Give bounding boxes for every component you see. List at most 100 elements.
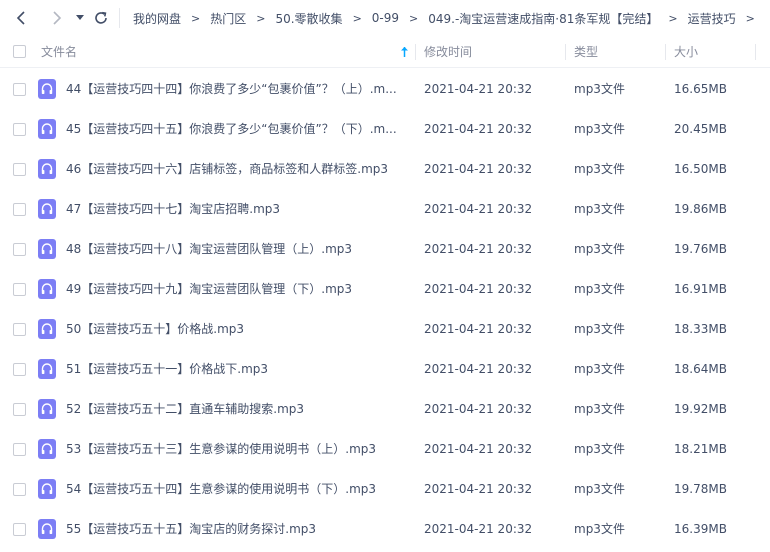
- row-checkbox[interactable]: [13, 443, 26, 456]
- file-type: mp3文件: [574, 362, 625, 376]
- file-row[interactable]: 54【运营技巧五十四】生意参谋的使用说明书（下）.mp3 2021-04-21 2…: [0, 469, 770, 509]
- file-modified-time: 2021-04-21 20:32: [424, 162, 533, 176]
- back-button[interactable]: [10, 7, 32, 29]
- row-checkbox[interactable]: [13, 483, 26, 496]
- file-type: mp3文件: [574, 202, 625, 216]
- file-name[interactable]: 52【运营技巧五十二】直通车辅助搜索.mp3: [66, 389, 408, 429]
- history-dropdown-button[interactable]: [72, 7, 88, 29]
- file-row[interactable]: 55【运营技巧五十五】淘宝店的财务探讨.mp3 2021-04-21 20:32 m…: [0, 509, 770, 549]
- file-size: 19.92MB: [674, 402, 727, 416]
- file-name[interactable]: 44【运营技巧四十四】你浪费了多少“包裹价值”？（上）.m...: [66, 69, 408, 109]
- row-checkbox[interactable]: [13, 283, 26, 296]
- file-modified-time: 2021-04-21 20:32: [424, 442, 533, 456]
- file-size: 16.39MB: [674, 522, 727, 536]
- column-header-name[interactable]: 文件名: [41, 36, 77, 68]
- audio-file-icon: [38, 399, 56, 419]
- file-row[interactable]: 53【运营技巧五十三】生意参谋的使用说明书（上）.mp3 2021-04-21 2…: [0, 429, 770, 469]
- file-name[interactable]: 49【运营技巧四十九】淘宝运营团队管理（下）.mp3: [66, 269, 408, 309]
- breadcrumb-separator: >: [352, 11, 362, 25]
- breadcrumb-separator: >: [191, 11, 201, 25]
- row-checkbox[interactable]: [13, 83, 26, 96]
- file-type: mp3文件: [574, 122, 625, 136]
- column-divider[interactable]: [565, 44, 566, 60]
- file-size: 16.91MB: [674, 282, 727, 296]
- file-name[interactable]: 45【运营技巧四十五】你浪费了多少“包裹价值”？（下）.m...: [66, 109, 408, 149]
- file-row[interactable]: 45【运营技巧四十五】你浪费了多少“包裹价值”？（下）.m... 2021-04-…: [0, 109, 770, 149]
- row-checkbox[interactable]: [13, 523, 26, 536]
- file-type: mp3文件: [574, 282, 625, 296]
- audio-file-icon: [38, 519, 56, 539]
- select-all-checkbox[interactable]: [13, 45, 26, 58]
- file-modified-time: 2021-04-21 20:32: [424, 362, 533, 376]
- breadcrumb-item[interactable]: 049.-淘宝运营速成指南·81条军规【完结】: [428, 10, 658, 27]
- file-name[interactable]: 50【运营技巧五十】价格战.mp3: [66, 309, 408, 349]
- file-row[interactable]: 50【运营技巧五十】价格战.mp3 2021-04-21 20:32 mp3文件 18…: [0, 309, 770, 349]
- file-name[interactable]: 48【运营技巧四十八】淘宝运营团队管理（上）.mp3: [66, 229, 408, 269]
- file-name[interactable]: 53【运营技巧五十三】生意参谋的使用说明书（上）.mp3: [66, 429, 408, 469]
- column-header-modified[interactable]: 修改时间: [424, 36, 472, 68]
- row-checkbox[interactable]: [13, 203, 26, 216]
- row-checkbox[interactable]: [13, 163, 26, 176]
- row-checkbox[interactable]: [13, 403, 26, 416]
- breadcrumb-separator: >: [745, 11, 755, 25]
- column-divider[interactable]: [415, 44, 416, 60]
- audio-file-icon: [38, 359, 56, 379]
- file-name[interactable]: 51【运营技巧五十一】价格战下.mp3: [66, 349, 408, 389]
- file-row[interactable]: 52【运营技巧五十二】直通车辅助搜索.mp3 2021-04-21 20:32 mp…: [0, 389, 770, 429]
- audio-file-icon: [38, 159, 56, 179]
- audio-file-icon: [38, 239, 56, 259]
- breadcrumb-separator: >: [668, 11, 678, 25]
- file-size: 19.86MB: [674, 202, 727, 216]
- caret-down-icon: [76, 15, 84, 20]
- refresh-button[interactable]: [90, 7, 112, 29]
- file-type: mp3文件: [574, 242, 625, 256]
- row-checkbox[interactable]: [13, 123, 26, 136]
- file-row[interactable]: 49【运营技巧四十九】淘宝运营团队管理（下）.mp3 2021-04-21 20:…: [0, 269, 770, 309]
- breadcrumb-item[interactable]: 50.零散收集: [275, 10, 342, 27]
- column-header-size[interactable]: 大小: [674, 36, 698, 68]
- file-list-header: 文件名 修改时间 类型 大小: [0, 36, 770, 68]
- file-modified-time: 2021-04-21 20:32: [424, 322, 533, 336]
- audio-file-icon: [38, 479, 56, 499]
- file-size: 16.65MB: [674, 82, 727, 96]
- file-modified-time: 2021-04-21 20:32: [424, 242, 533, 256]
- file-row[interactable]: 44【运营技巧四十四】你浪费了多少“包裹价值”？（上）.m... 2021-04-…: [0, 69, 770, 109]
- breadcrumb: 我的网盘 > 热门区 >50.零散收集 >0-99 >049.-淘宝运营速成指南·81条军…: [133, 10, 765, 27]
- row-checkbox[interactable]: [13, 363, 26, 376]
- file-row[interactable]: 48【运营技巧四十八】淘宝运营团队管理（上）.mp3 2021-04-21 20:…: [0, 229, 770, 269]
- file-name[interactable]: 54【运营技巧五十四】生意参谋的使用说明书（下）.mp3: [66, 469, 408, 509]
- file-name[interactable]: 47【运营技巧四十七】淘宝店招聘.mp3: [66, 189, 408, 229]
- row-checkbox[interactable]: [13, 323, 26, 336]
- breadcrumb-item[interactable]: 我的网盘: [133, 10, 181, 27]
- file-row[interactable]: 46【运营技巧四十六】店铺标签，商品标签和人群标签.mp3 2021-04-21 …: [0, 149, 770, 189]
- column-divider[interactable]: [665, 44, 666, 60]
- breadcrumb-separator: >: [409, 11, 419, 25]
- file-size: 19.76MB: [674, 242, 727, 256]
- file-modified-time: 2021-04-21 20:32: [424, 202, 533, 216]
- file-name[interactable]: 46【运营技巧四十六】店铺标签，商品标签和人群标签.mp3: [66, 149, 408, 189]
- forward-button[interactable]: [46, 7, 68, 29]
- navigation-toolbar: 我的网盘 > 热门区 >50.零散收集 >0-99 >049.-淘宝运营速成指南·81条军…: [0, 0, 770, 36]
- refresh-icon: [95, 11, 107, 24]
- file-name[interactable]: 55【运营技巧五十五】淘宝店的财务探讨.mp3: [66, 509, 408, 549]
- file-size: 19.78MB: [674, 482, 727, 496]
- file-row[interactable]: 47【运营技巧四十七】淘宝店招聘.mp3 2021-04-21 20:32 mp3文…: [0, 189, 770, 229]
- file-modified-time: 2021-04-21 20:32: [424, 282, 533, 296]
- audio-file-icon: [38, 79, 56, 99]
- sort-ascending-icon[interactable]: [400, 46, 409, 58]
- file-row[interactable]: 51【运营技巧五十一】价格战下.mp3 2021-04-21 20:32 mp3文件…: [0, 349, 770, 389]
- breadcrumb-item[interactable]: 运营技巧: [688, 10, 736, 27]
- column-header-type[interactable]: 类型: [574, 36, 598, 68]
- column-divider[interactable]: [755, 44, 756, 60]
- file-modified-time: 2021-04-21 20:32: [424, 482, 533, 496]
- file-modified-time: 2021-04-21 20:32: [424, 522, 533, 536]
- row-checkbox[interactable]: [13, 243, 26, 256]
- breadcrumb-item[interactable]: 0-99: [372, 11, 399, 25]
- breadcrumb-item[interactable]: 热门区: [210, 10, 246, 27]
- audio-file-icon: [38, 199, 56, 219]
- file-modified-time: 2021-04-21 20:32: [424, 122, 533, 136]
- file-modified-time: 2021-04-21 20:32: [424, 82, 533, 96]
- file-modified-time: 2021-04-21 20:32: [424, 402, 533, 416]
- audio-file-icon: [38, 119, 56, 139]
- file-size: 18.21MB: [674, 442, 727, 456]
